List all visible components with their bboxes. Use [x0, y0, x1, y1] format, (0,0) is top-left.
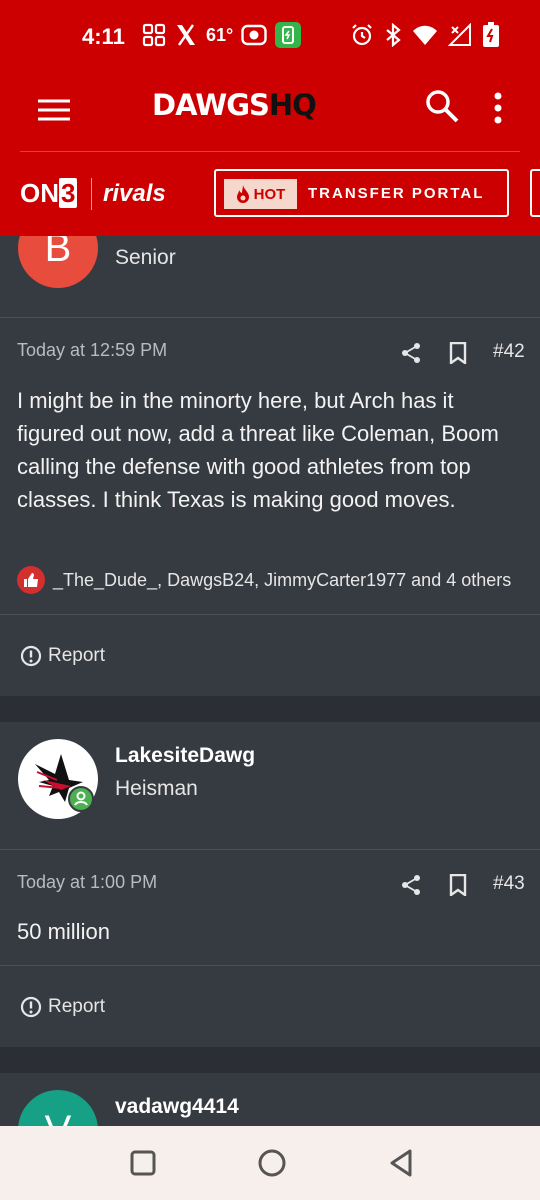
recents-icon[interactable] [128, 1148, 158, 1178]
section-divider [0, 849, 540, 850]
signal-icon [448, 23, 471, 46]
user-rank: Senior [115, 246, 176, 269]
post-body: 50 million [17, 919, 110, 944]
transfer-portal-button[interactable]: HOT TRANSFER PORTAL [214, 169, 509, 217]
on3-number: 3 [59, 178, 78, 208]
grid-icon [142, 23, 166, 47]
post-card-44: V vadawg4414 [0, 1073, 540, 1126]
battery-saver-icon [275, 22, 302, 48]
on3-logo[interactable]: ON3 [20, 178, 78, 209]
back-icon[interactable] [386, 1148, 416, 1178]
user-rank: Heisman [115, 777, 198, 800]
x-icon [177, 24, 195, 46]
hot-badge: HOT [224, 179, 297, 209]
avatar-letter: B [44, 236, 72, 270]
post-body: I might be in the minorty here, but Arch… [17, 388, 499, 512]
next-partner-chip[interactable] [530, 169, 540, 217]
more-vertical-icon[interactable] [488, 90, 508, 126]
thread-content[interactable]: B Senior Today at 12:59 PM #42 I might b… [0, 236, 540, 1126]
avatar[interactable]: V [18, 1090, 98, 1126]
report-label: Report [48, 996, 106, 1017]
wifi-icon [413, 25, 437, 45]
bookmark-icon[interactable] [448, 342, 468, 364]
record-icon [241, 24, 267, 46]
username[interactable]: LakesiteDawg [115, 744, 255, 768]
bluetooth-icon [386, 23, 401, 47]
status-icons-left: 61° [142, 22, 302, 48]
battery-icon [483, 22, 499, 47]
post-timestamp[interactable]: Today at 1:00 PM [17, 872, 157, 893]
post-gap [0, 1047, 540, 1073]
post-gap [0, 696, 540, 722]
username[interactable]: vadawg4414 [115, 1095, 239, 1119]
section-divider [0, 317, 540, 318]
on3-prefix: ON [20, 178, 59, 208]
flame-icon [236, 185, 249, 203]
home-icon[interactable] [257, 1148, 287, 1178]
hamburger-icon[interactable] [36, 92, 72, 128]
report-label: Report [48, 645, 106, 666]
hot-label: HOT [253, 185, 286, 203]
post-card-42: B Senior Today at 12:59 PM #42 I might b… [0, 236, 540, 696]
weather-temp: 61° [206, 24, 234, 45]
transfer-portal-label: TRANSFER PORTAL [308, 185, 485, 202]
status-bar: 4:11 61° [0, 0, 540, 72]
report-button[interactable]: Report [20, 996, 105, 1018]
status-icons-right [350, 22, 500, 48]
partner-bar: ON3 rivals HOT TRANSFER PORTAL [0, 152, 540, 236]
avatar[interactable]: B [18, 236, 98, 288]
bookmark-icon[interactable] [448, 874, 468, 896]
status-time: 4:11 [82, 24, 125, 49]
post-card-43: LakesiteDawg Heisman Today at 1:00 PM #4… [0, 722, 540, 1047]
system-nav-bar [0, 1126, 540, 1200]
like-icon [17, 566, 45, 594]
post-timestamp[interactable]: Today at 12:59 PM [17, 340, 167, 361]
app-header: DAWGSHQ [0, 72, 540, 152]
reaction-users: _The_Dude_, DawgsB24, JimmyCarter1977 an… [53, 569, 512, 590]
site-logo[interactable]: DAWGSHQ [152, 88, 317, 122]
alarm-icon [352, 24, 372, 46]
alert-circle-icon [20, 996, 42, 1018]
alert-circle-icon [20, 645, 42, 667]
search-icon[interactable] [424, 88, 460, 124]
logo-suffix-text: HQ [268, 88, 317, 122]
post-number[interactable]: #43 [493, 873, 525, 895]
partner-separator [91, 178, 92, 210]
avatar-letter: V [45, 1108, 72, 1127]
report-button[interactable]: Report [20, 645, 105, 667]
post-number[interactable]: #42 [493, 341, 525, 363]
reaction-summary[interactable]: _The_Dude_, DawgsB24, JimmyCarter1977 an… [17, 566, 511, 594]
share-icon[interactable] [400, 342, 422, 364]
share-icon[interactable] [400, 874, 422, 896]
rivals-logo[interactable]: rivals [103, 180, 166, 208]
section-divider [0, 614, 540, 615]
online-status-icon [68, 786, 94, 812]
logo-main-text: DAWGS [152, 88, 270, 122]
section-divider [0, 965, 540, 966]
